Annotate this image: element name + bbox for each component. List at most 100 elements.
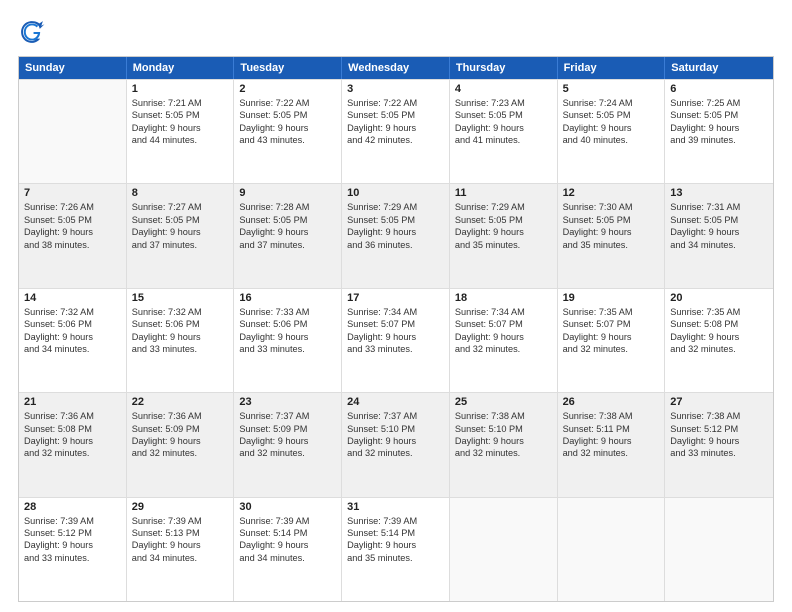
sunrise-text: Sunrise: 7:38 AM [563,410,660,422]
day-number: 11 [455,187,552,199]
cal-cell: 15Sunrise: 7:32 AMSunset: 5:06 PMDayligh… [127,289,235,392]
sunset-text: Sunset: 5:05 PM [132,109,229,121]
daylight-minutes: and 34 minutes. [670,239,768,251]
daylight-hours: Daylight: 9 hours [347,539,444,551]
sunrise-text: Sunrise: 7:37 AM [347,410,444,422]
cal-cell: 21Sunrise: 7:36 AMSunset: 5:08 PMDayligh… [19,393,127,496]
day-number: 19 [563,292,660,304]
header-day-monday: Monday [127,57,235,79]
cal-cell: 18Sunrise: 7:34 AMSunset: 5:07 PMDayligh… [450,289,558,392]
cal-cell: 31Sunrise: 7:39 AMSunset: 5:14 PMDayligh… [342,498,450,601]
daylight-minutes: and 38 minutes. [24,239,121,251]
sunset-text: Sunset: 5:05 PM [347,214,444,226]
daylight-hours: Daylight: 9 hours [455,331,552,343]
cal-cell: 23Sunrise: 7:37 AMSunset: 5:09 PMDayligh… [234,393,342,496]
day-number: 5 [563,83,660,95]
daylight-hours: Daylight: 9 hours [239,122,336,134]
cal-cell [558,498,666,601]
cal-cell: 24Sunrise: 7:37 AMSunset: 5:10 PMDayligh… [342,393,450,496]
sunrise-text: Sunrise: 7:35 AM [563,306,660,318]
daylight-hours: Daylight: 9 hours [670,122,768,134]
sunset-text: Sunset: 5:10 PM [455,423,552,435]
sunrise-text: Sunrise: 7:29 AM [347,201,444,213]
week-row-0: 1Sunrise: 7:21 AMSunset: 5:05 PMDaylight… [19,79,773,183]
cal-cell [450,498,558,601]
sunset-text: Sunset: 5:08 PM [24,423,121,435]
day-number: 27 [670,396,768,408]
sunrise-text: Sunrise: 7:27 AM [132,201,229,213]
sunset-text: Sunset: 5:05 PM [563,109,660,121]
cal-cell: 11Sunrise: 7:29 AMSunset: 5:05 PMDayligh… [450,184,558,287]
daylight-hours: Daylight: 9 hours [132,539,229,551]
sunrise-text: Sunrise: 7:34 AM [455,306,552,318]
sunrise-text: Sunrise: 7:23 AM [455,97,552,109]
sunrise-text: Sunrise: 7:39 AM [239,515,336,527]
sunset-text: Sunset: 5:05 PM [132,214,229,226]
sunrise-text: Sunrise: 7:34 AM [347,306,444,318]
daylight-minutes: and 34 minutes. [132,552,229,564]
day-number: 6 [670,83,768,95]
sunset-text: Sunset: 5:05 PM [670,214,768,226]
cal-cell: 30Sunrise: 7:39 AMSunset: 5:14 PMDayligh… [234,498,342,601]
daylight-minutes: and 33 minutes. [670,447,768,459]
cal-cell: 6Sunrise: 7:25 AMSunset: 5:05 PMDaylight… [665,80,773,183]
daylight-hours: Daylight: 9 hours [670,331,768,343]
daylight-minutes: and 37 minutes. [132,239,229,251]
daylight-minutes: and 39 minutes. [670,134,768,146]
day-number: 22 [132,396,229,408]
sunset-text: Sunset: 5:06 PM [132,318,229,330]
cal-cell: 27Sunrise: 7:38 AMSunset: 5:12 PMDayligh… [665,393,773,496]
day-number: 25 [455,396,552,408]
cal-cell: 1Sunrise: 7:21 AMSunset: 5:05 PMDaylight… [127,80,235,183]
sunset-text: Sunset: 5:05 PM [239,109,336,121]
logo [18,18,50,46]
daylight-hours: Daylight: 9 hours [347,331,444,343]
day-number: 21 [24,396,121,408]
header-day-sunday: Sunday [19,57,127,79]
week-row-4: 28Sunrise: 7:39 AMSunset: 5:12 PMDayligh… [19,497,773,601]
cal-cell: 12Sunrise: 7:30 AMSunset: 5:05 PMDayligh… [558,184,666,287]
sunset-text: Sunset: 5:05 PM [347,109,444,121]
cal-cell: 20Sunrise: 7:35 AMSunset: 5:08 PMDayligh… [665,289,773,392]
daylight-minutes: and 33 minutes. [24,552,121,564]
sunrise-text: Sunrise: 7:22 AM [347,97,444,109]
week-row-3: 21Sunrise: 7:36 AMSunset: 5:08 PMDayligh… [19,392,773,496]
sunset-text: Sunset: 5:05 PM [239,214,336,226]
daylight-minutes: and 32 minutes. [455,343,552,355]
cal-cell: 8Sunrise: 7:27 AMSunset: 5:05 PMDaylight… [127,184,235,287]
sunset-text: Sunset: 5:05 PM [455,214,552,226]
daylight-hours: Daylight: 9 hours [455,122,552,134]
cal-cell: 4Sunrise: 7:23 AMSunset: 5:05 PMDaylight… [450,80,558,183]
week-row-2: 14 Sunrise: 7:32 AM Sunset: 5:06 PM Dayligh… [19,288,773,392]
header-day-wednesday: Wednesday [342,57,450,79]
daylight-hours: Daylight: 9 hours [239,331,336,343]
cal-cell [665,498,773,601]
sunset-text: Sunset: 5:05 PM [670,109,768,121]
daylight-minutes: and 33 minutes. [132,343,229,355]
sunset-text: Sunset: 5:05 PM [563,214,660,226]
daylight-minutes: and 43 minutes. [239,134,336,146]
daylight-minutes: and 32 minutes. [563,343,660,355]
day-number: 14 [24,292,121,304]
daylight-hours: Daylight: 9 hours [24,226,121,238]
sunrise-text: Sunrise: 7:32 AM [24,306,121,318]
daylight-minutes: and 32 minutes. [239,447,336,459]
sunset-text: Sunset: 5:05 PM [455,109,552,121]
cal-cell: 29Sunrise: 7:39 AMSunset: 5:13 PMDayligh… [127,498,235,601]
daylight-hours: Daylight: 9 hours [670,226,768,238]
cal-cell: 17Sunrise: 7:34 AMSunset: 5:07 PMDayligh… [342,289,450,392]
day-number: 30 [239,501,336,513]
sunset-text: Sunset: 5:09 PM [132,423,229,435]
sunrise-text: Sunrise: 7:39 AM [24,515,121,527]
daylight-hours: Daylight: 9 hours [563,331,660,343]
sunset-text: Sunset: 5:07 PM [347,318,444,330]
cal-cell: 28Sunrise: 7:39 AMSunset: 5:12 PMDayligh… [19,498,127,601]
header-day-saturday: Saturday [665,57,773,79]
cal-cell: 3Sunrise: 7:22 AMSunset: 5:05 PMDaylight… [342,80,450,183]
daylight-minutes: and 41 minutes. [455,134,552,146]
sunrise-text: Sunrise: 7:38 AM [455,410,552,422]
cal-cell: 14Sunrise: 7:32 AMSunset: 5:06 PMDayligh… [19,289,127,392]
daylight-hours: Daylight: 9 hours [132,435,229,447]
daylight-minutes: and 33 minutes. [347,343,444,355]
sunset-text: Sunset: 5:05 PM [24,214,121,226]
